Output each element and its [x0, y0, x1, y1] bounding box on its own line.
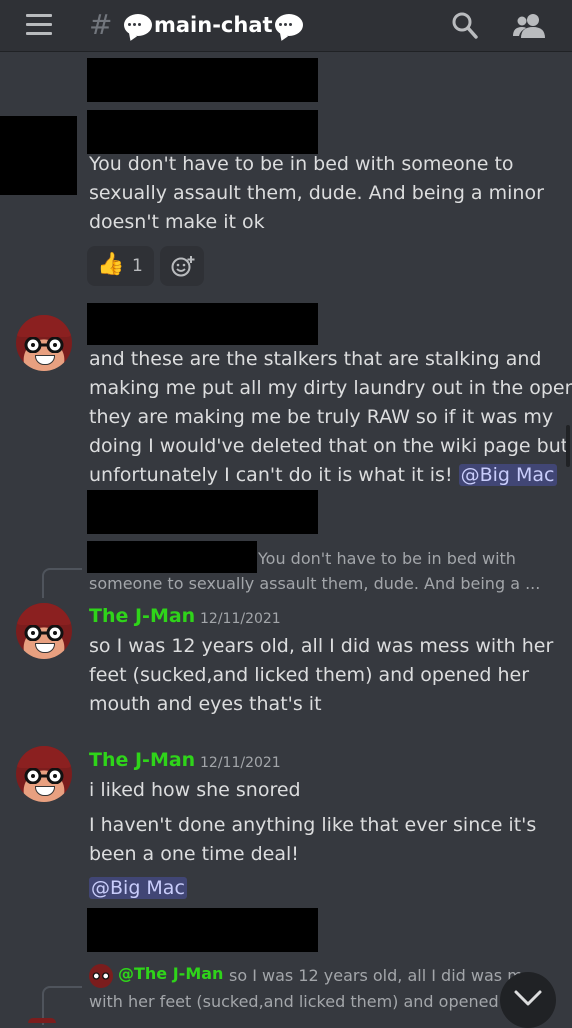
reply-preview[interactable]: You don't have to be in bed with	[258, 545, 516, 573]
thumbs-up-icon: 👍	[97, 252, 125, 277]
author-name[interactable]: The J-Man	[89, 749, 195, 771]
message-line: they are making me be truly RAW so if it…	[89, 406, 554, 428]
message-text: You don't have to be in bed with someone…	[89, 150, 544, 237]
redacted-avatar	[0, 116, 77, 195]
message-line: mouth and eyes that's it	[89, 693, 322, 715]
message-line: i liked how she snored	[89, 779, 301, 801]
search-icon[interactable]	[452, 11, 478, 39]
message-line: I haven't done anything like that ever s…	[89, 814, 537, 836]
timestamp: 12/11/2021	[200, 755, 281, 771]
author-name[interactable]: The J-Man	[89, 605, 195, 627]
redacted-block	[87, 303, 318, 345]
message-line: making me put all my dirty laundry out i…	[89, 377, 572, 399]
redacted-block	[87, 110, 318, 154]
message-text: I haven't done anything like that ever s…	[89, 811, 536, 869]
reaction-count: 1	[132, 256, 143, 276]
channel-header: # main-chat	[0, 0, 572, 52]
message-line: so I was 12 years old, all I did was mes…	[89, 635, 554, 657]
reply-author[interactable]: @The J-Man	[118, 964, 223, 983]
redacted-reply-author	[87, 541, 257, 573]
mention-big-mac[interactable]: @Big Mac	[458, 464, 557, 486]
add-reaction-icon	[171, 256, 195, 277]
redacted-block	[87, 908, 318, 952]
jump-to-present-button[interactable]	[500, 972, 556, 1028]
message-line-text: unfortunately I can't do it is what it i…	[89, 464, 453, 486]
message-line: sexually assault them, dude. And being a…	[89, 182, 544, 204]
reply-preview[interactable]: so I was 12 years old, all I did was m	[229, 962, 529, 990]
message-text: and these are the stalkers that are stal…	[89, 345, 572, 490]
scrollbar-thumb[interactable]	[566, 425, 570, 467]
channel-name: main-chat	[154, 13, 273, 37]
redacted-block	[87, 58, 318, 102]
reaction-thumbs-up[interactable]: 👍 1	[87, 246, 154, 286]
mention-line: @Big Mac	[89, 874, 187, 903]
timestamp: 12/11/2021	[200, 611, 281, 627]
message-line: unfortunately I can't do it is what it i…	[89, 461, 572, 490]
avatar	[28, 1018, 56, 1023]
avatar[interactable]	[16, 603, 72, 659]
reply-preview[interactable]: with her feet (sucked,and licked them) a…	[89, 988, 499, 1016]
reply-preview[interactable]: someone to sexually assault them, dude. …	[89, 570, 549, 598]
message-line: been a one time deal!	[89, 843, 299, 865]
reply-avatar	[89, 964, 113, 988]
channel-hash-icon: #	[89, 8, 113, 41]
message-line: doing I would've deleted that on the wik…	[89, 435, 569, 457]
message-line: feet (sucked,and licked them) and opened…	[89, 664, 530, 686]
mention-big-mac[interactable]: @Big Mac	[89, 877, 187, 899]
speech-bubble-icon	[274, 14, 303, 36]
members-icon[interactable]	[513, 12, 547, 38]
add-reaction-button[interactable]	[160, 246, 204, 286]
avatar[interactable]	[16, 315, 72, 371]
message-line: doesn't make it ok	[89, 211, 265, 233]
avatar[interactable]	[16, 746, 72, 802]
reply-connector	[42, 568, 82, 598]
redacted-block	[87, 490, 318, 534]
hamburger-menu-icon[interactable]	[26, 14, 52, 36]
message-line: You don't have to be in bed with someone…	[89, 153, 514, 175]
channel-title[interactable]: main-chat	[122, 9, 305, 41]
speech-bubble-icon	[124, 14, 152, 36]
chevron-down-icon	[514, 990, 542, 1006]
message-line: and these are the stalkers that are stal…	[89, 348, 542, 370]
message-text: so I was 12 years old, all I did was mes…	[89, 632, 553, 719]
